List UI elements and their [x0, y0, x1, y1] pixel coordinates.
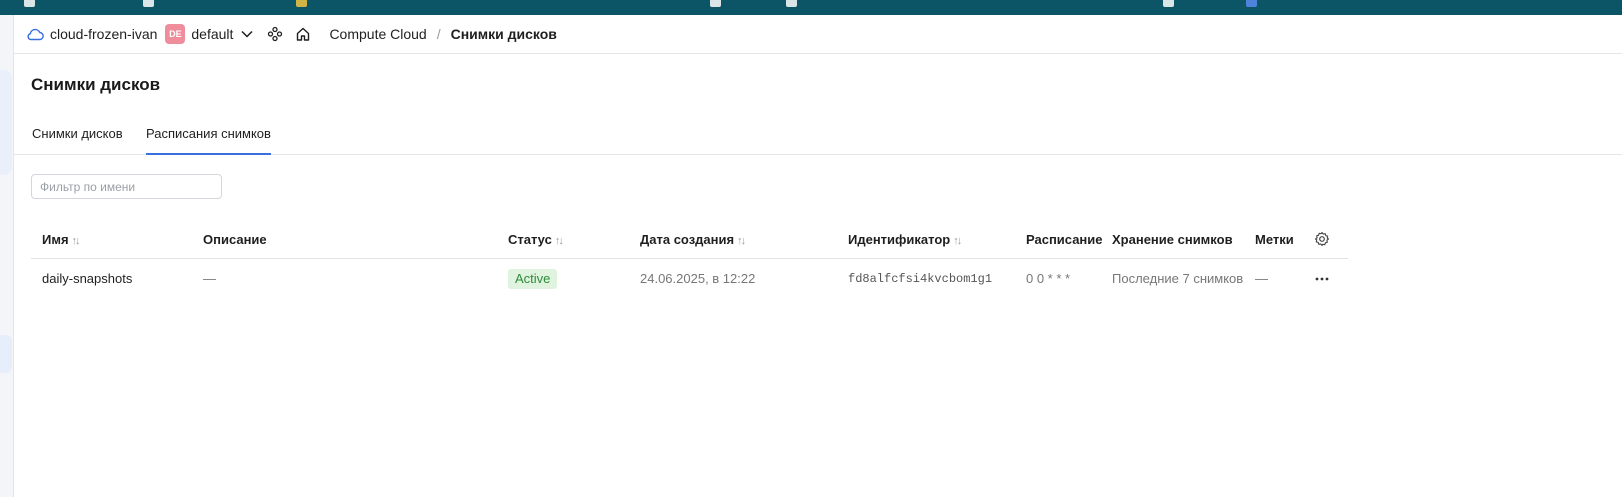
- column-header-retention: Хранение снимков: [1112, 232, 1233, 247]
- sidebar-highlight: [0, 70, 12, 175]
- chevron-down-icon[interactable]: [241, 30, 253, 38]
- sort-icon[interactable]: ↑↓: [72, 235, 81, 247]
- folder-selector[interactable]: default: [191, 26, 233, 42]
- column-header-schedule: Расписание: [1026, 232, 1103, 247]
- sidebar-active-item[interactable]: [0, 335, 12, 373]
- name-filter-input[interactable]: [31, 174, 222, 199]
- column-header-status[interactable]: Статус ↑↓: [508, 221, 564, 258]
- home-icon[interactable]: [295, 26, 311, 42]
- cell-schedule: 0 0 * * *: [1026, 271, 1071, 286]
- column-header-name[interactable]: Имя ↑↓: [42, 221, 81, 258]
- column-header-created[interactable]: Дата создания ↑↓: [640, 221, 746, 258]
- tab-bar: Снимки дисков Расписания снимков: [14, 117, 1622, 155]
- bookmark-icon[interactable]: [786, 0, 797, 7]
- schedules-table: Имя ↑↓ Описание Статус ↑↓ Дата создания ↑↓ …: [31, 221, 1348, 299]
- cell-labels: —: [1255, 271, 1268, 286]
- tab-snapshot-schedules[interactable]: Расписания снимков: [146, 117, 271, 155]
- top-header: cloud-frozen-ivan DE default Compute Clo…: [14, 15, 1622, 54]
- cloud-icon: [26, 27, 44, 41]
- column-header-id[interactable]: Идентификатор ↑↓: [848, 221, 962, 258]
- cell-created: 24.06.2025, в 12:22: [640, 271, 756, 286]
- bookmark-icon[interactable]: [1163, 0, 1174, 7]
- cell-retention: Последние 7 снимков: [1112, 271, 1244, 286]
- bookmark-icon[interactable]: [710, 0, 721, 7]
- row-actions-more-icon[interactable]: [1314, 271, 1330, 287]
- column-header-labels: Метки: [1255, 232, 1294, 247]
- cloud-selector[interactable]: cloud-frozen-ivan: [50, 26, 157, 42]
- breadcrumb-current: Снимки дисков: [450, 26, 557, 42]
- bookmark-icon[interactable]: [24, 0, 35, 7]
- page-title: Снимки дисков: [31, 75, 161, 94]
- cell-description: —: [203, 271, 216, 286]
- sidebar-rail: [0, 15, 14, 497]
- sort-icon[interactable]: ↑↓: [737, 235, 746, 247]
- table-settings-gear-icon[interactable]: [1314, 231, 1330, 247]
- status-badge: Active: [508, 269, 558, 289]
- table-header: Имя ↑↓ Описание Статус ↑↓ Дата создания ↑↓ …: [31, 221, 1348, 259]
- breadcrumb-compute-cloud[interactable]: Compute Cloud: [329, 26, 426, 42]
- folder-badge: DE: [165, 24, 186, 44]
- column-header-description: Описание: [203, 232, 267, 247]
- browser-bookmarks-bar: [0, 0, 1622, 15]
- table-row[interactable]: daily-snapshots — Active 24.06.2025, в 1…: [31, 259, 1348, 299]
- bookmark-icon[interactable]: [296, 0, 307, 7]
- tab-disk-snapshots[interactable]: Снимки дисков: [32, 117, 123, 153]
- sort-icon[interactable]: ↑↓: [555, 235, 564, 247]
- cell-status: Active: [508, 259, 558, 299]
- bookmark-icon[interactable]: [143, 0, 154, 7]
- sort-icon[interactable]: ↑↓: [953, 235, 962, 247]
- cell-id[interactable]: fd8alfcfsi4kvcbom1g1: [848, 259, 992, 299]
- cell-name[interactable]: daily-snapshots: [42, 259, 132, 299]
- bookmark-icon[interactable]: [1246, 0, 1257, 7]
- breadcrumb-separator: /: [436, 26, 441, 42]
- services-icon[interactable]: [267, 26, 283, 42]
